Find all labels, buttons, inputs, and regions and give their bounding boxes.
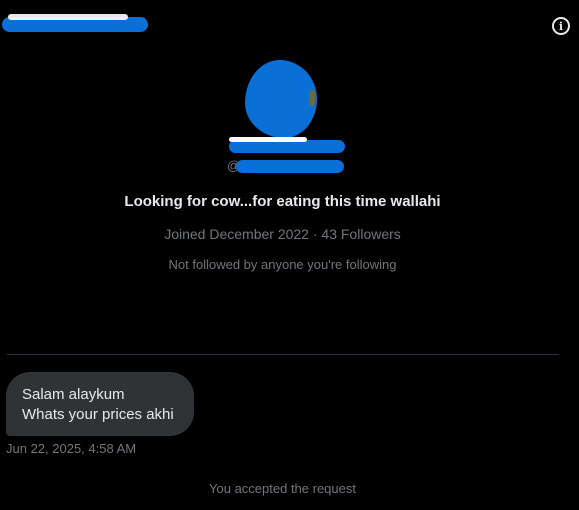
profile-bio: Looking for cow...for eating this time w… [124,193,441,210]
followers-count[interactable]: 43 Followers [321,226,400,242]
header-name-redacted [2,14,148,32]
joined-date: Joined December 2022 [164,226,309,242]
handle-redacted [236,160,344,173]
display-name-redacted [229,137,345,153]
avatar[interactable] [245,60,317,138]
profile-meta: Joined December 2022 · 43 Followers [0,226,565,242]
message-line: Salam alaykum [22,386,125,403]
message-timestamp: Jun 22, 2025, 4:58 AM [6,441,137,456]
message-bubble[interactable]: Salam alaykum Whats your prices akhi [6,372,194,436]
follow-note: Not followed by anyone you're following [168,257,397,272]
divider [7,354,559,355]
meta-separator: · [312,226,318,242]
message-line: Whats your prices akhi [22,406,174,423]
request-status: You accepted the request [209,481,356,496]
info-button[interactable]: i [552,17,570,35]
info-icon: i [558,19,564,33]
